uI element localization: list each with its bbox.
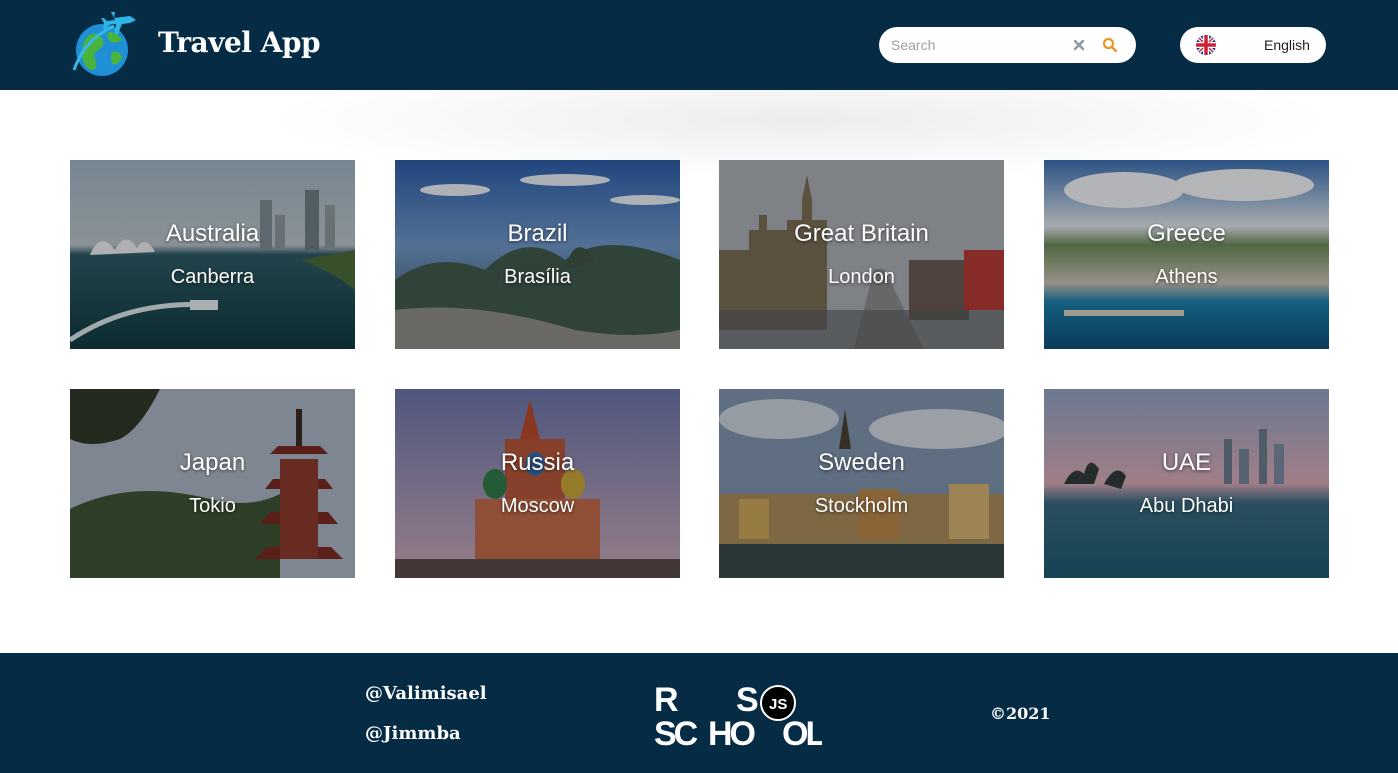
country-name: Russia xyxy=(500,449,575,476)
search-box[interactable] xyxy=(879,27,1136,63)
capital-name: London xyxy=(828,266,895,288)
svg-text:OL: OL xyxy=(782,715,822,749)
country-card-japan[interactable]: Japan Tokio xyxy=(70,389,355,578)
capital-name: Canberra xyxy=(170,266,255,288)
svg-text:S: S xyxy=(736,683,759,719)
country-name: Sweden xyxy=(818,449,905,476)
country-card-russia[interactable]: Russia Moscow xyxy=(395,389,680,578)
country-card-great-britain[interactable]: Great Britain London xyxy=(719,160,1004,349)
country-card-greece[interactable]: Greece Athens xyxy=(1044,160,1329,349)
svg-text:JS: JS xyxy=(769,696,787,713)
country-name: Brazil xyxy=(507,220,568,247)
country-name: UAE xyxy=(1161,449,1212,476)
capital-name: Athens xyxy=(1155,266,1218,288)
rs-school-logo[interactable]: R S SC HO OL JS xyxy=(652,683,822,749)
country-name: Japan xyxy=(179,449,246,476)
country-name: Great Britain xyxy=(794,220,929,247)
app-header: Travel App English xyxy=(0,0,1398,90)
globe-airplane-icon[interactable] xyxy=(68,8,140,80)
app-title: Travel App xyxy=(158,26,321,59)
country-card-brazil[interactable]: Brazil Brasília xyxy=(395,160,680,349)
capital-name: Tokio xyxy=(189,495,236,517)
capital-name: Abu Dhabi xyxy=(1139,495,1234,517)
search-icon[interactable] xyxy=(1102,37,1118,53)
country-grid: Australia Canberra Brazil Brasília Great… xyxy=(0,90,1398,653)
close-icon[interactable] xyxy=(1072,38,1086,52)
capital-name: Stockholm xyxy=(814,495,909,517)
svg-text:HO: HO xyxy=(708,715,756,749)
uk-flag-icon xyxy=(1196,35,1216,55)
country-card-australia[interactable]: Australia Canberra xyxy=(70,160,355,349)
capital-name: Brasília xyxy=(504,266,571,288)
svg-text:SC: SC xyxy=(654,715,698,749)
country-card-sweden[interactable]: Sweden Stockholm xyxy=(719,389,1004,578)
capital-name: Moscow xyxy=(500,495,575,517)
svg-text:R: R xyxy=(654,683,679,719)
copyright: ©2021 xyxy=(990,704,1051,723)
country-card-uae[interactable]: UAE Abu Dhabi xyxy=(1044,389,1329,578)
language-label: English xyxy=(1264,37,1310,53)
search-input[interactable] xyxy=(891,35,1061,55)
language-select[interactable]: English xyxy=(1180,27,1326,63)
country-name: Greece xyxy=(1147,220,1226,247)
author-link-jimmba[interactable]: @Jimmba xyxy=(365,723,461,744)
author-link-valimisael[interactable]: @Valimisael xyxy=(365,683,487,704)
country-name: Australia xyxy=(165,220,260,247)
